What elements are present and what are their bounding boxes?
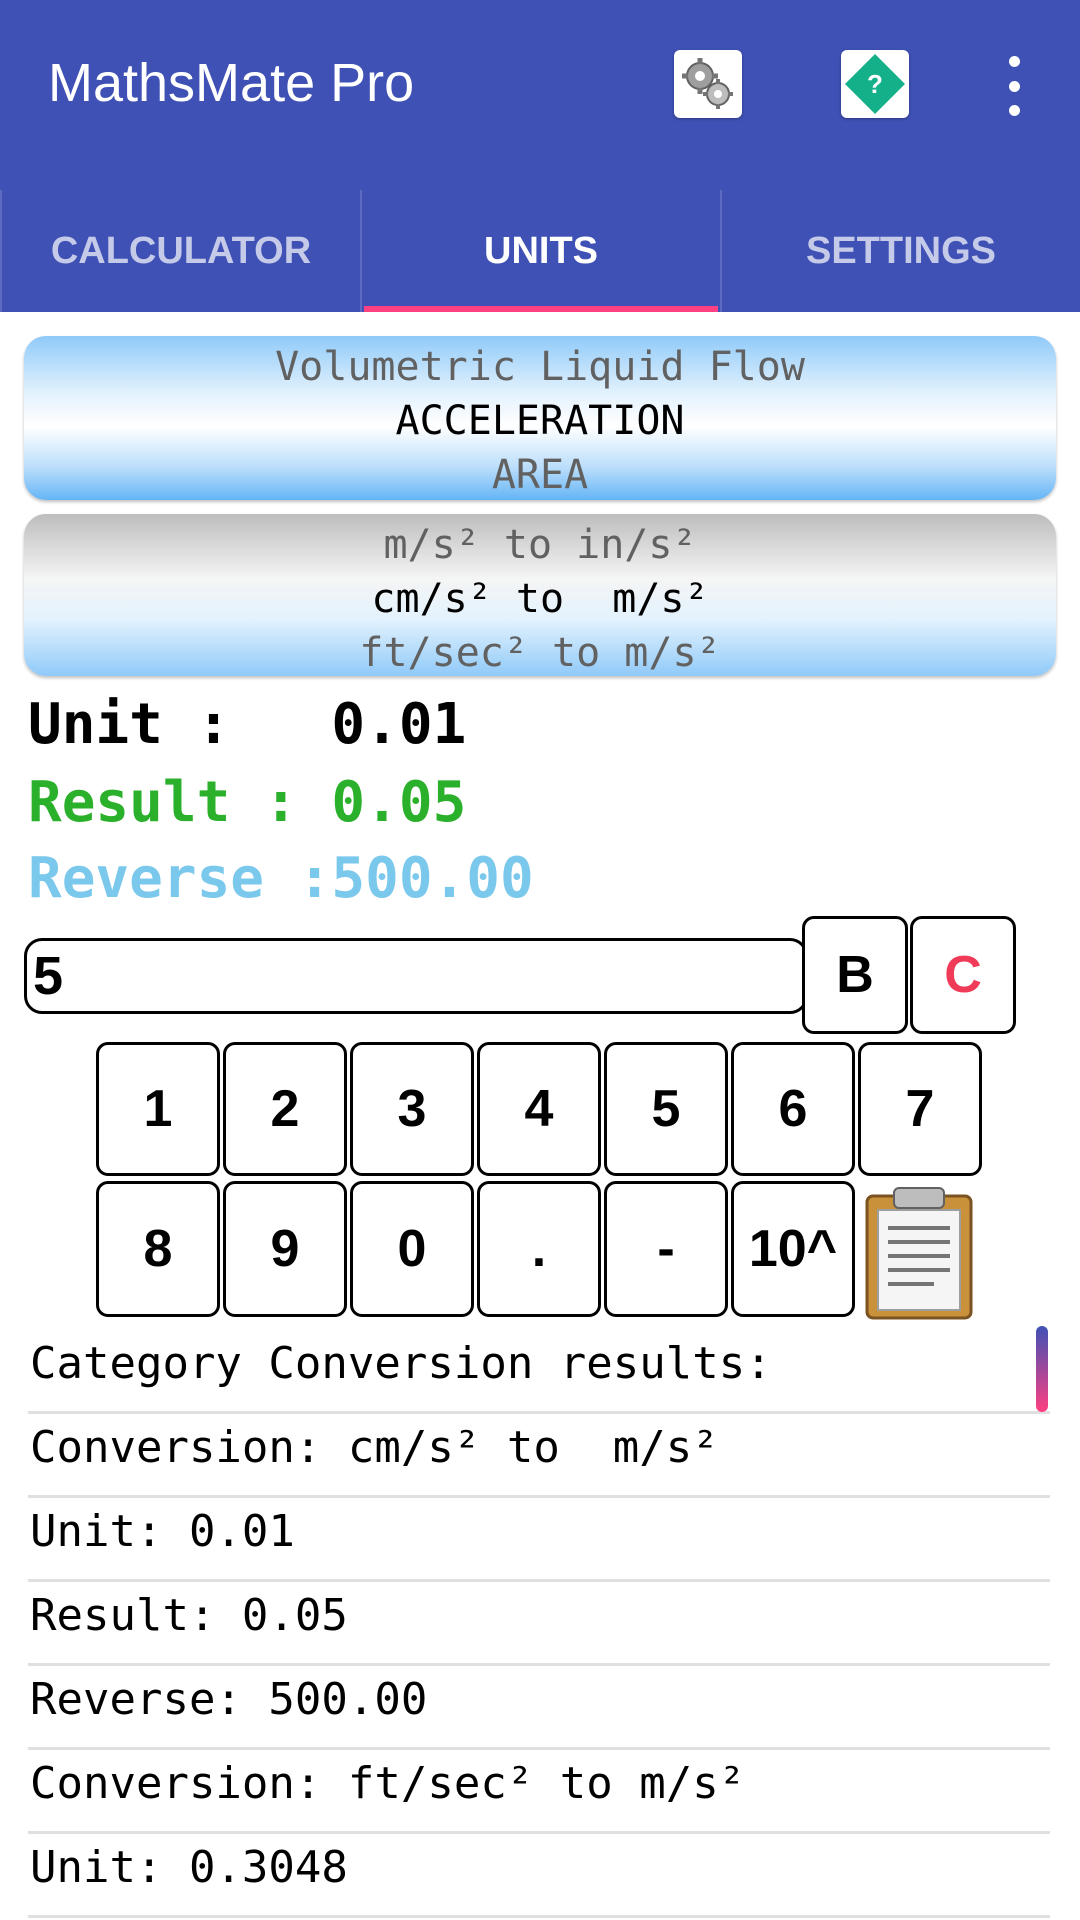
help-button[interactable]: ? bbox=[841, 50, 909, 118]
reverse-readout: Reverse :500.00 bbox=[28, 846, 534, 911]
more-options-button[interactable] bbox=[990, 56, 1038, 116]
conversion-option-prev[interactable]: m/s² to in/s² bbox=[24, 518, 1056, 572]
tab-units[interactable]: UNITS bbox=[360, 190, 720, 312]
key-9[interactable]: 9 bbox=[223, 1181, 347, 1317]
more-vert-icon-dot bbox=[1008, 80, 1020, 92]
tab-bar: CALCULATOR UNITS SETTINGS bbox=[0, 190, 1080, 312]
gears-button[interactable] bbox=[674, 50, 742, 118]
clipboard-button[interactable] bbox=[864, 1186, 974, 1320]
app-bar: MathsMate Pro ? bbox=[0, 0, 1080, 190]
list-item: Reverse: 500.00 bbox=[28, 1666, 1050, 1750]
more-vert-icon-dot bbox=[1008, 105, 1020, 116]
category-option-next[interactable]: AREA bbox=[24, 448, 1056, 500]
gears-icon bbox=[682, 58, 733, 109]
list-item: Conversion: cm/s² to m/s² bbox=[28, 1414, 1050, 1498]
key-4[interactable]: 4 bbox=[477, 1042, 601, 1176]
key-power-of-ten[interactable]: 10^ bbox=[731, 1181, 855, 1317]
list-item: Category Conversion results: bbox=[28, 1330, 1050, 1414]
tab-settings[interactable]: SETTINGS bbox=[720, 190, 1080, 312]
category-option-prev[interactable]: Volumetric Liquid Flow bbox=[24, 340, 1056, 394]
help-glyph: ? bbox=[867, 69, 883, 99]
list-item: Result: 0.05 bbox=[28, 1582, 1050, 1666]
list-item: Conversion: ft/sec² to m/s² bbox=[28, 1750, 1050, 1834]
help-diamond-icon: ? bbox=[845, 54, 905, 114]
key-3[interactable]: 3 bbox=[350, 1042, 474, 1176]
key-8[interactable]: 8 bbox=[96, 1181, 220, 1317]
list-item: Unit: 0.01 bbox=[28, 1498, 1050, 1582]
value-input[interactable]: 5 bbox=[24, 938, 808, 1014]
key-1[interactable]: 1 bbox=[96, 1042, 220, 1176]
key-decimal[interactable]: . bbox=[477, 1181, 601, 1317]
conversion-option-selected[interactable]: cm/s² to m/s² bbox=[24, 572, 1056, 626]
category-picker[interactable]: Volumetric Liquid Flow ACCELERATION AREA bbox=[24, 336, 1056, 500]
clipboard-icon bbox=[865, 1187, 973, 1320]
tab-calculator[interactable]: CALCULATOR bbox=[0, 190, 360, 312]
result-readout: Result : 0.05 bbox=[28, 770, 467, 835]
conversion-results-list[interactable]: Category Conversion results: Conversion:… bbox=[28, 1330, 1050, 1918]
more-vert-icon-dot bbox=[1008, 56, 1020, 67]
backspace-button[interactable]: B bbox=[802, 916, 908, 1034]
results-scrollbar[interactable] bbox=[1036, 1326, 1048, 1412]
key-5[interactable]: 5 bbox=[604, 1042, 728, 1176]
key-minus[interactable]: - bbox=[604, 1181, 728, 1317]
key-2[interactable]: 2 bbox=[223, 1042, 347, 1176]
conversion-picker[interactable]: m/s² to in/s² cm/s² to m/s² ft/sec² to m… bbox=[24, 514, 1056, 676]
category-option-selected[interactable]: ACCELERATION bbox=[24, 394, 1056, 448]
unit-readout: Unit : 0.01 bbox=[28, 692, 467, 757]
clear-button[interactable]: C bbox=[910, 916, 1016, 1034]
conversion-option-next[interactable]: ft/sec² to m/s² bbox=[24, 626, 1056, 676]
key-0[interactable]: 0 bbox=[350, 1181, 474, 1317]
list-item: Unit: 0.3048 bbox=[28, 1834, 1050, 1918]
key-6[interactable]: 6 bbox=[731, 1042, 855, 1176]
app-title: MathsMate Pro bbox=[48, 53, 415, 113]
key-7[interactable]: 7 bbox=[858, 1042, 982, 1176]
